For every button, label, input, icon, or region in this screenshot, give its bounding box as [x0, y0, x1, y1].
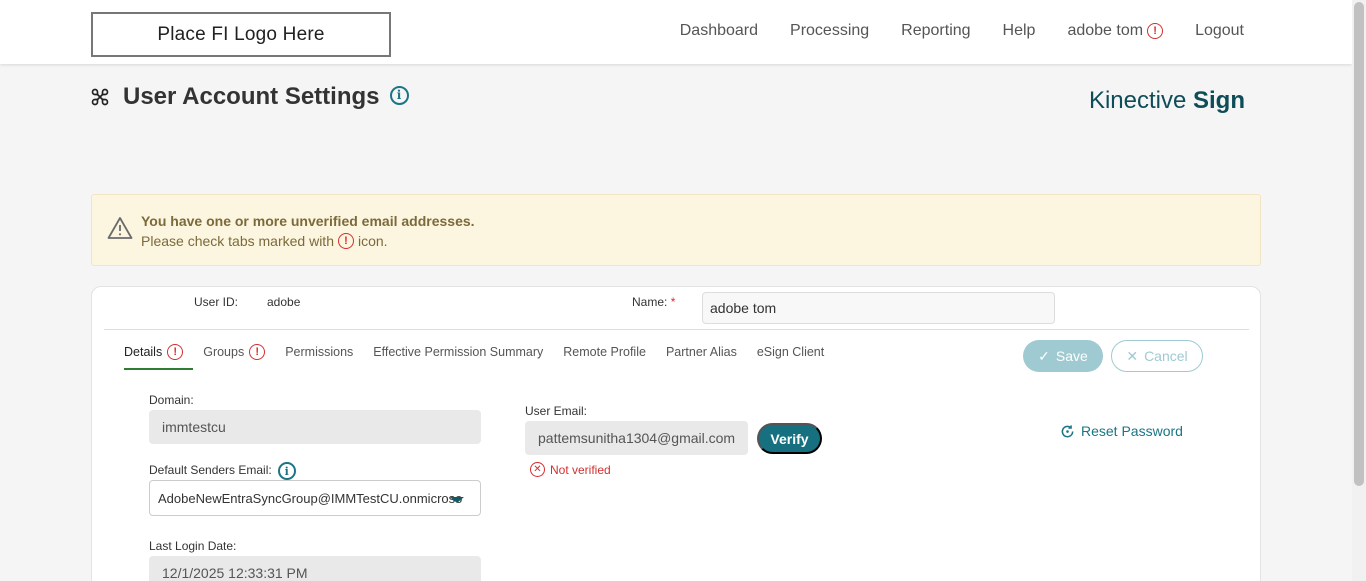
nav-dashboard[interactable]: Dashboard — [680, 22, 758, 40]
dropdown-caret-icon — [450, 497, 464, 503]
reset-password-link[interactable]: Reset Password — [1060, 423, 1183, 439]
domain-field: immtestcu — [149, 410, 481, 444]
domain-label: Domain: — [149, 393, 194, 407]
tab-remote-profile[interactable]: Remote Profile — [563, 341, 646, 363]
settings-tabs: Details ! Groups ! Permissions Effective… — [124, 341, 844, 363]
page-scrollbar[interactable] — [1352, 0, 1366, 581]
info-icon[interactable]: i — [277, 462, 296, 480]
required-marker: * — [670, 295, 676, 309]
tab-effective-permission-summary[interactable]: Effective Permission Summary — [373, 341, 543, 363]
name-label-text: Name: — [632, 295, 668, 309]
alert-icon: ! — [249, 344, 266, 360]
tab-partner-alias[interactable]: Partner Alias — [666, 341, 737, 363]
close-icon: ✕ — [1126, 347, 1139, 364]
fi-logo-placeholder[interactable]: Place FI Logo Here — [91, 12, 391, 57]
save-label: Save — [1055, 348, 1088, 364]
save-button[interactable]: ✓ Save — [1023, 340, 1103, 372]
info-icon[interactable]: i — [389, 85, 409, 105]
tab-groups[interactable]: Groups ! — [203, 341, 266, 363]
user-id-label: User ID: — [194, 295, 239, 309]
brand-product: Sign — [1193, 87, 1245, 114]
user-email-field: pattemsunitha1304@gmail.com — [525, 421, 748, 455]
scrollbar-thumb[interactable] — [1354, 2, 1364, 486]
selected-value: AdobeNewEntraSyncGroup@IMMTestCU.onmicro… — [158, 490, 463, 506]
tab-permissions[interactable]: Permissions — [285, 341, 353, 363]
tab-details[interactable]: Details ! — [124, 341, 184, 363]
senders-email-label-text: Default Senders Email: — [149, 463, 272, 478]
user-id-value: adobe — [267, 295, 301, 309]
alert-icon: ! — [167, 344, 184, 360]
warning-title: You have one or more unverified email ad… — [141, 213, 475, 229]
divider — [104, 329, 1249, 330]
user-email-label: User Email: — [525, 404, 588, 418]
active-tab-indicator — [124, 368, 193, 370]
page-title: User Account Settings — [123, 83, 380, 110]
brand-logo: Kinective Sign — [1089, 87, 1245, 115]
nav-logout[interactable]: Logout — [1195, 22, 1244, 40]
tab-label: Details — [124, 345, 163, 359]
command-icon — [91, 88, 109, 106]
user-settings-card: User ID: adobe Name: * Details ! Groups … — [91, 286, 1261, 581]
alert-icon: ! — [337, 233, 354, 249]
warning-text-after: icon. — [357, 233, 388, 249]
check-icon: ✓ — [1038, 347, 1050, 364]
main-nav: Dashboard Processing Reporting Help adob… — [648, 22, 1244, 40]
tab-label: Groups — [203, 345, 245, 359]
reset-password-label: Reset Password — [1081, 423, 1183, 439]
page-header: User Account Settings i — [90, 83, 409, 111]
senders-email-label: Default Senders Email: i — [149, 462, 296, 480]
not-verified-status: ✕ Not verified — [530, 462, 611, 477]
cancel-button[interactable]: ✕ Cancel — [1111, 340, 1203, 372]
not-verified-text: Not verified — [550, 462, 611, 477]
brand-name: Kinective — [1088, 87, 1187, 114]
default-senders-email-select[interactable]: AdobeNewEntraSyncGroup@IMMTestCU.onmicro… — [149, 480, 481, 516]
user-menu-label: adobe tom — [1067, 22, 1144, 39]
cancel-label: Cancel — [1144, 348, 1188, 364]
nav-user-menu[interactable]: adobe tom ! — [1067, 22, 1164, 40]
name-field[interactable] — [702, 292, 1055, 324]
warning-text-before: Please check tabs marked with — [141, 233, 334, 249]
verify-button[interactable]: Verify — [757, 423, 822, 454]
name-label: Name: * — [632, 295, 675, 309]
nav-help[interactable]: Help — [1003, 22, 1036, 40]
nav-reporting[interactable]: Reporting — [901, 22, 970, 40]
last-login-field: 12/1/2025 12:33:31 PM — [149, 556, 481, 581]
reset-icon — [1061, 424, 1074, 437]
last-login-label: Last Login Date: — [149, 539, 237, 553]
nav-processing[interactable]: Processing — [790, 22, 869, 40]
error-icon: ✕ — [530, 462, 545, 477]
unverified-email-warning: You have one or more unverified email ad… — [91, 194, 1261, 266]
tab-esign-client[interactable]: eSign Client — [757, 341, 824, 363]
warning-icon — [107, 217, 133, 239]
top-navigation-bar: Place FI Logo Here Dashboard Processing … — [0, 0, 1352, 64]
alert-icon: ! — [1147, 23, 1164, 39]
warning-text: Please check tabs marked with ! icon. — [141, 233, 388, 249]
